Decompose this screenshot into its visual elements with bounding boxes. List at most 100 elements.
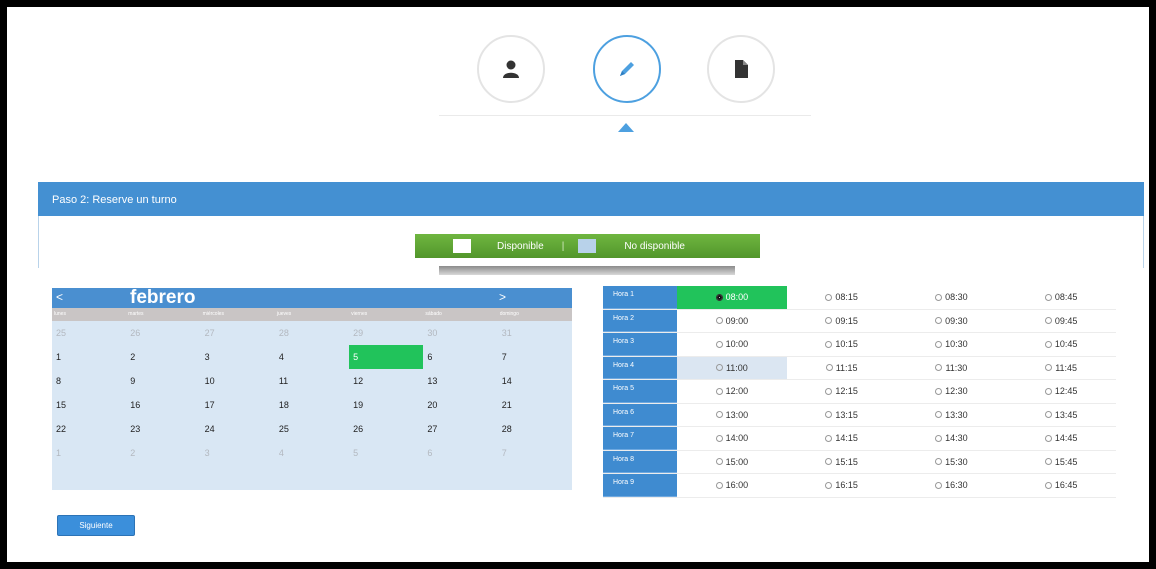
- time-slot-option[interactable]: 11:15: [787, 357, 897, 380]
- calendar-day[interactable]: 20: [423, 393, 497, 417]
- calendar-day[interactable]: 6: [423, 345, 497, 369]
- calendar-day[interactable]: 3: [201, 345, 275, 369]
- radio-button[interactable]: [825, 340, 833, 348]
- time-slot-option[interactable]: 11:45: [1006, 357, 1116, 380]
- calendar-day[interactable]: 27: [201, 321, 275, 345]
- radio-button[interactable]: [825, 434, 833, 442]
- time-slot-option[interactable]: 09:30: [897, 310, 1007, 333]
- calendar-day[interactable]: 23: [126, 417, 200, 441]
- time-slot-option[interactable]: 09:15: [787, 310, 897, 333]
- radio-button[interactable]: [1044, 317, 1052, 325]
- step-document[interactable]: [707, 35, 775, 103]
- calendar-day[interactable]: 25: [52, 321, 126, 345]
- time-slot-option[interactable]: 10:45: [1006, 333, 1116, 356]
- radio-button[interactable]: [1044, 481, 1052, 489]
- radio-button[interactable]: [715, 317, 723, 325]
- calendar-day[interactable]: 18: [275, 393, 349, 417]
- calendar-day[interactable]: 4: [275, 441, 349, 465]
- radio-button[interactable]: [935, 364, 943, 372]
- next-month-button[interactable]: >: [499, 290, 506, 304]
- calendar-day[interactable]: 28: [275, 321, 349, 345]
- radio-button[interactable]: [825, 411, 833, 419]
- radio-button[interactable]: [1045, 364, 1053, 372]
- time-slot-option[interactable]: 16:45: [1006, 474, 1116, 497]
- time-slot-option[interactable]: 13:00: [677, 404, 787, 427]
- calendar-day[interactable]: 3: [201, 441, 275, 465]
- radio-button[interactable]: [1044, 340, 1052, 348]
- radio-button[interactable]: [825, 458, 833, 466]
- radio-button[interactable]: [715, 411, 723, 419]
- time-slot-option[interactable]: 14:15: [787, 427, 897, 450]
- calendar-day[interactable]: 8: [52, 369, 126, 393]
- calendar-day[interactable]: 1: [52, 345, 126, 369]
- radio-button[interactable]: [1044, 293, 1052, 301]
- calendar-day[interactable]: 28: [498, 417, 572, 441]
- calendar-day[interactable]: 7: [498, 345, 572, 369]
- radio-button[interactable]: [935, 411, 943, 419]
- time-slot-option[interactable]: 12:45: [1006, 380, 1116, 403]
- time-slot-option[interactable]: 15:15: [787, 451, 897, 474]
- calendar-day[interactable]: 16: [126, 393, 200, 417]
- time-slot-option[interactable]: 16:00: [677, 474, 787, 497]
- time-slot-option[interactable]: 11:30: [897, 357, 1007, 380]
- calendar-day[interactable]: 27: [423, 417, 497, 441]
- calendar-day[interactable]: 14: [498, 369, 572, 393]
- radio-button[interactable]: [715, 458, 723, 466]
- radio-button[interactable]: [715, 293, 723, 301]
- calendar-day[interactable]: 5: [349, 441, 423, 465]
- prev-month-button[interactable]: <: [56, 290, 63, 304]
- time-slot-option[interactable]: 10:30: [897, 333, 1007, 356]
- time-slot-option[interactable]: 08:15: [787, 286, 897, 309]
- radio-button[interactable]: [715, 434, 723, 442]
- calendar-day[interactable]: 4: [275, 345, 349, 369]
- time-slot-option[interactable]: 15:30: [897, 451, 1007, 474]
- time-slot-option[interactable]: 08:00: [677, 286, 787, 309]
- time-slot-option[interactable]: 16:30: [897, 474, 1007, 497]
- time-slot-option[interactable]: 12:30: [897, 380, 1007, 403]
- time-slot-option[interactable]: 15:45: [1006, 451, 1116, 474]
- calendar-day[interactable]: 22: [52, 417, 126, 441]
- radio-button[interactable]: [825, 364, 833, 372]
- time-slot-option[interactable]: 13:30: [897, 404, 1007, 427]
- radio-button[interactable]: [935, 293, 943, 301]
- time-slot-option[interactable]: 09:00: [677, 310, 787, 333]
- radio-button[interactable]: [935, 340, 943, 348]
- time-slot-option[interactable]: 08:30: [897, 286, 1007, 309]
- calendar-day[interactable]: 24: [201, 417, 275, 441]
- calendar-day[interactable]: 6: [423, 441, 497, 465]
- time-slot-option[interactable]: 12:00: [677, 380, 787, 403]
- radio-button[interactable]: [935, 317, 943, 325]
- time-slot-option[interactable]: 08:45: [1006, 286, 1116, 309]
- time-slot-option[interactable]: 16:15: [787, 474, 897, 497]
- calendar-day[interactable]: 1: [52, 441, 126, 465]
- radio-button[interactable]: [825, 387, 833, 395]
- calendar-day[interactable]: 15: [52, 393, 126, 417]
- calendar-day[interactable]: 2: [126, 345, 200, 369]
- radio-button[interactable]: [935, 387, 943, 395]
- time-slot-option[interactable]: 10:15: [787, 333, 897, 356]
- time-slot-option[interactable]: 11:00: [677, 356, 787, 379]
- next-button[interactable]: Siguiente: [57, 515, 135, 536]
- calendar-day[interactable]: 30: [423, 321, 497, 345]
- calendar-day[interactable]: 10: [201, 369, 275, 393]
- calendar-day[interactable]: 13: [423, 369, 497, 393]
- calendar-day[interactable]: 17: [201, 393, 275, 417]
- time-slot-option[interactable]: 09:45: [1006, 310, 1116, 333]
- time-slot-option[interactable]: 14:00: [677, 427, 787, 450]
- radio-button[interactable]: [825, 317, 833, 325]
- calendar-day-selected[interactable]: 5: [349, 345, 424, 369]
- time-slot-option[interactable]: 14:45: [1006, 427, 1116, 450]
- calendar-day[interactable]: 2: [126, 441, 200, 465]
- calendar-day[interactable]: 25: [275, 417, 349, 441]
- time-slot-option[interactable]: 10:00: [677, 333, 787, 356]
- time-slot-option[interactable]: 15:00: [677, 451, 787, 474]
- radio-button[interactable]: [825, 293, 833, 301]
- calendar-day[interactable]: 26: [349, 417, 423, 441]
- radio-button[interactable]: [1044, 458, 1052, 466]
- calendar-day[interactable]: 21: [498, 393, 572, 417]
- calendar-day[interactable]: 29: [349, 321, 423, 345]
- time-slot-option[interactable]: 12:15: [787, 380, 897, 403]
- time-slot-option[interactable]: 13:45: [1006, 404, 1116, 427]
- radio-button[interactable]: [1044, 387, 1052, 395]
- calendar-day[interactable]: 31: [498, 321, 572, 345]
